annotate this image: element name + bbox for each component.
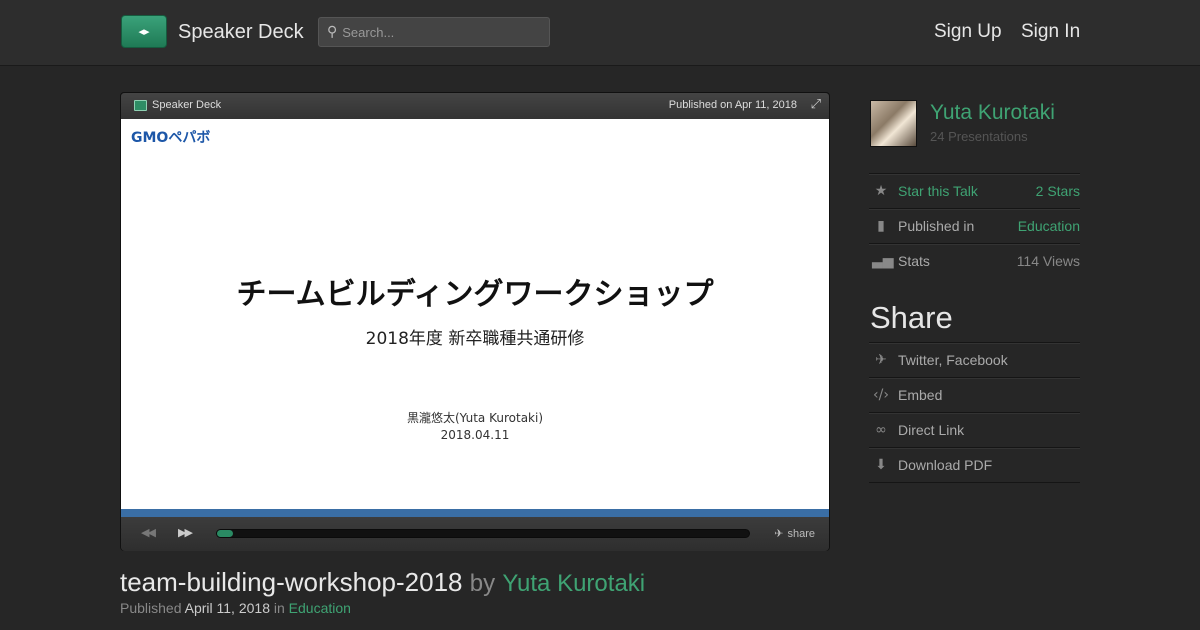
- talk-meta: Published April 11, 2018 in Education: [120, 600, 351, 616]
- presentations-count: 24 Presentations: [930, 129, 1028, 144]
- download-icon: ⬇: [875, 457, 887, 473]
- player-controls: ◀◀ ▶▶ ✈ share: [121, 517, 829, 551]
- player-published-date: Published on Apr 11, 2018: [668, 99, 797, 111]
- download-pdf-row[interactable]: ⬇ Download PDF: [869, 447, 1080, 483]
- speaker-deck-mini-logo-icon: [134, 100, 147, 111]
- stats-row: ▃▅ Stats 114 Views: [869, 243, 1080, 278]
- progress-bar[interactable]: [216, 529, 750, 538]
- player-share-button[interactable]: ✈ share: [774, 527, 815, 540]
- player-brand[interactable]: Speaker Deck: [152, 99, 221, 111]
- embed-label[interactable]: Embed: [898, 387, 942, 403]
- star-talk-label[interactable]: Star this Talk: [898, 183, 978, 199]
- star-talk-row[interactable]: ★ Star this Talk 2 Stars: [869, 173, 1080, 208]
- sign-up-link[interactable]: Sign Up: [934, 21, 1002, 43]
- by-label: by: [469, 570, 496, 597]
- star-icon: ★: [874, 183, 888, 199]
- top-bar: ◂▸ Speaker Deck ⚲ Sign Up Sign In: [0, 0, 1200, 66]
- sign-in-link[interactable]: Sign In: [1021, 21, 1080, 43]
- slide[interactable]: GMOペパボ チームビルディングワークショップ 2018年度 新卒職種共通研修 …: [121, 119, 829, 517]
- brand-name[interactable]: Speaker Deck: [178, 21, 304, 44]
- published-in-row: ▮ Published in Education: [869, 208, 1080, 243]
- published-in-label: Published in: [898, 218, 975, 234]
- stats-label: Stats: [898, 253, 930, 269]
- talk-title: team-building-workshop-2018: [120, 567, 463, 597]
- slide-title: チームビルディングワークショップ: [236, 277, 714, 312]
- published-label: Published: [120, 600, 182, 616]
- slide-date: 2018.04.11: [440, 428, 510, 442]
- sidebar-author-name[interactable]: Yuta Kurotaki: [930, 101, 1055, 125]
- bookmark-icon: ▮: [877, 218, 885, 234]
- share-social-row[interactable]: ✈ Twitter, Facebook: [869, 342, 1080, 377]
- author-avatar[interactable]: [870, 100, 917, 147]
- talk-author-link[interactable]: Yuta Kurotaki: [502, 570, 645, 597]
- fullscreen-icon[interactable]: ⤢: [811, 97, 821, 112]
- link-icon: ∞: [875, 422, 887, 438]
- twitter-icon: ✈: [875, 352, 887, 368]
- direct-link-label[interactable]: Direct Link: [898, 422, 964, 438]
- stars-count: 2 Stars: [1035, 183, 1080, 199]
- slide-author: 黒瀧悠太(Yuta Kurotaki): [406, 411, 544, 425]
- speaker-deck-logo-icon[interactable]: ◂▸: [121, 15, 167, 48]
- search-icon: ⚲: [327, 24, 338, 40]
- views-count: 114 Views: [1016, 253, 1080, 269]
- direct-link-row[interactable]: ∞ Direct Link: [869, 412, 1080, 447]
- talk-title-line: team-building-workshop-2018 by Yuta Kuro…: [120, 567, 645, 598]
- download-pdf-label[interactable]: Download PDF: [898, 457, 992, 473]
- next-slide-icon[interactable]: ▶▶: [178, 526, 193, 539]
- slide-subtitle: 2018年度 新卒職種共通研修: [365, 329, 585, 349]
- search-input[interactable]: [342, 24, 533, 40]
- share-social-label[interactable]: Twitter, Facebook: [898, 352, 1008, 368]
- previous-slide-icon[interactable]: ◀◀: [141, 526, 156, 539]
- player-share-label: share: [787, 528, 815, 540]
- embed-row[interactable]: ‹/› Embed: [869, 377, 1080, 412]
- in-label: in: [273, 600, 285, 616]
- bar-chart-icon: ▃▅: [872, 253, 894, 269]
- published-in-category-link[interactable]: Education: [1018, 218, 1080, 234]
- share-heading: Share: [870, 300, 953, 335]
- twitter-icon: ✈: [774, 527, 784, 540]
- presentation-player: Speaker Deck Published on Apr 11, 2018 ⤢…: [120, 92, 830, 551]
- published-date: April 11, 2018: [184, 600, 270, 616]
- progress-fill: [217, 530, 233, 537]
- category-link[interactable]: Education: [289, 600, 351, 616]
- code-icon: ‹/›: [873, 387, 889, 403]
- player-top-bar: Speaker Deck Published on Apr 11, 2018 ⤢: [121, 93, 829, 119]
- search-box[interactable]: ⚲: [318, 17, 550, 47]
- slide-company-logo: GMOペパボ: [131, 130, 211, 146]
- slide-footer-bar: [121, 509, 829, 517]
